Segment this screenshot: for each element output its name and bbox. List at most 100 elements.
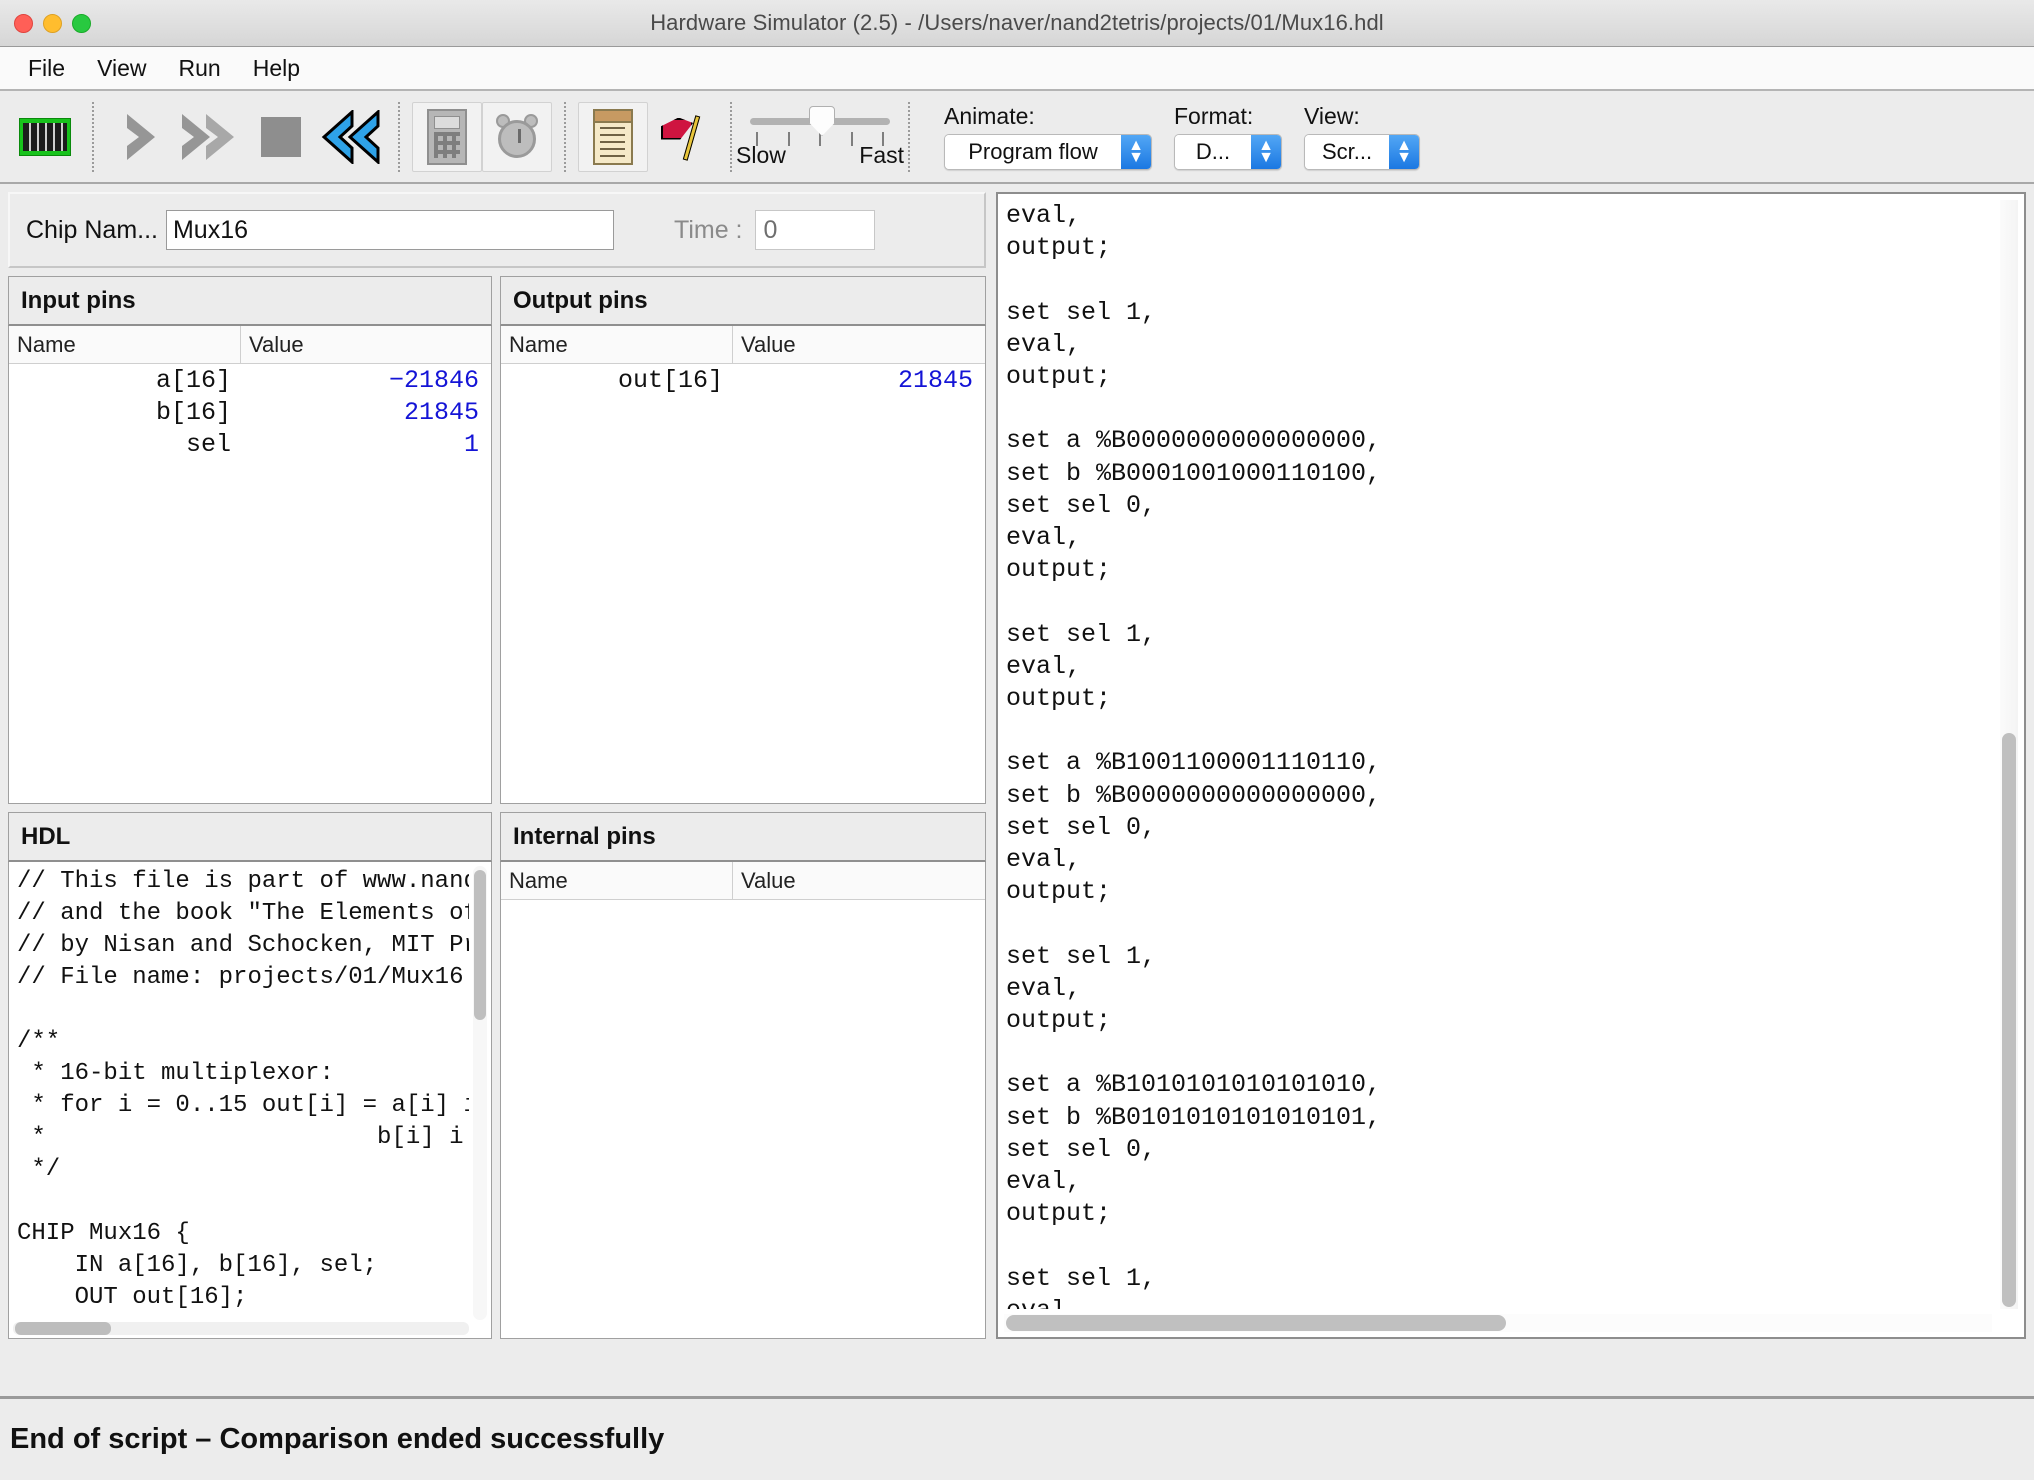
format-control: Format: D... ▲ ▼ — [1174, 103, 1282, 170]
table-header-row: Name Value — [501, 326, 985, 364]
chevron-updown-icon[interactable]: ▲ ▼ — [1121, 135, 1151, 169]
clock-button[interactable] — [482, 101, 552, 172]
calculator-button[interactable] — [412, 101, 482, 172]
column-header-value: Value — [741, 867, 796, 893]
alarm-clock-icon — [494, 113, 540, 160]
output-pins-table[interactable]: Name Value out[16] 21845 — [500, 326, 986, 804]
speed-slider-ticks — [746, 132, 894, 146]
menu-item-help[interactable]: Help — [237, 53, 316, 84]
toolbar-separator — [398, 101, 400, 172]
chevron-updown-icon[interactable]: ▲ ▼ — [1251, 135, 1281, 169]
status-message: End of script – Comparison ended success… — [10, 1423, 665, 1455]
hdl-body[interactable]: // This file is part of www.nand // and … — [8, 862, 492, 1339]
menu-item-file[interactable]: File — [12, 53, 81, 84]
column-header-value: Value — [741, 331, 796, 357]
menu-bar: File View Run Help — [0, 47, 2034, 91]
speed-slider[interactable]: Slow Fast — [736, 104, 904, 169]
table-row[interactable]: out[16] 21845 — [501, 364, 985, 396]
column-header-value: Value — [249, 331, 304, 357]
column-header-name: Name — [501, 862, 733, 899]
input-pins-table[interactable]: Name Value a[16] −21846 b[16] 21845 sel … — [8, 326, 492, 804]
stop-button[interactable] — [246, 102, 316, 172]
format-select-value: D... — [1175, 135, 1251, 169]
stop-square-icon — [261, 116, 301, 157]
animate-control: Animate: Program flow ▲ ▼ — [944, 103, 1152, 170]
toolbar-separator — [730, 101, 732, 172]
chip-name-input[interactable]: Mux16 — [165, 210, 614, 250]
chip-name-row: Chip Nam... Mux16 Time : 0 — [8, 192, 986, 268]
main-content: Chip Nam... Mux16 Time : 0 Input pins Na… — [0, 184, 2034, 1347]
rewind-double-chevron-icon — [318, 109, 384, 164]
toolbar-separator — [564, 101, 566, 172]
animate-select[interactable]: Program flow ▲ ▼ — [944, 134, 1152, 170]
hdl-horizontal-scrollbar[interactable] — [13, 1322, 469, 1335]
pin-name: a[16] — [155, 365, 231, 395]
chevron-updown-icon[interactable]: ▲ ▼ — [1389, 135, 1419, 169]
input-pins-title: Input pins — [8, 276, 492, 326]
menu-item-view[interactable]: View — [81, 53, 162, 84]
run-button[interactable] — [176, 102, 246, 172]
chip-name-label: Chip Nam... — [26, 215, 158, 244]
script-horizontal-scrollbar[interactable] — [1004, 1314, 1992, 1332]
output-pins-title: Output pins — [500, 276, 986, 326]
menu-item-run[interactable]: Run — [163, 53, 237, 84]
single-chevron-icon — [119, 112, 163, 162]
time-label: Time : — [673, 215, 743, 244]
internal-pins-table[interactable]: Name Value — [500, 862, 986, 1339]
script-text: eval, output; set sel 1, eval, output; s… — [1006, 200, 1994, 1309]
toolbar-separator — [92, 101, 94, 172]
pin-value[interactable]: 1 — [241, 430, 491, 459]
hdl-horizontal-scrollbar-thumb[interactable] — [15, 1322, 111, 1335]
internal-pins-title: Internal pins — [500, 812, 986, 862]
chip-icon — [19, 117, 71, 156]
speed-slider-labels: Slow Fast — [736, 142, 904, 169]
red-flag-icon — [659, 113, 707, 161]
pin-name: b[16] — [155, 397, 231, 427]
format-select[interactable]: D... ▲ ▼ — [1174, 134, 1282, 170]
hdl-source-text: // This file is part of www.nand // and … — [17, 868, 469, 1311]
table-row[interactable]: a[16] −21846 — [9, 364, 491, 396]
breakpoints-button[interactable] — [648, 102, 718, 172]
script-button[interactable] — [578, 101, 648, 172]
speed-fast-label: Fast — [859, 142, 904, 168]
double-chevron-icon — [180, 112, 242, 162]
script-vertical-scrollbar-thumb[interactable] — [2002, 733, 2016, 1307]
hdl-vertical-scrollbar-thumb[interactable] — [474, 870, 486, 1020]
status-bar: End of script – Comparison ended success… — [0, 1396, 2034, 1480]
script-column: eval, output; set sel 1, eval, output; s… — [996, 192, 2026, 1339]
load-chip-button[interactable] — [10, 102, 80, 172]
table-header-row: Name Value — [501, 862, 985, 900]
script-panel[interactable]: eval, output; set sel 1, eval, output; s… — [996, 192, 2026, 1339]
pin-value[interactable]: 21845 — [241, 398, 491, 427]
view-select-value: Scr... — [1305, 135, 1389, 169]
script-vertical-scrollbar[interactable] — [2000, 200, 2018, 1309]
single-step-button[interactable] — [106, 102, 176, 172]
speed-slider-track[interactable] — [746, 104, 894, 146]
column-header-name: Name — [501, 326, 733, 363]
animate-select-value: Program flow — [945, 135, 1121, 169]
toolbar-separator — [908, 101, 910, 172]
table-row[interactable]: b[16] 21845 — [9, 396, 491, 428]
speed-slow-label: Slow — [736, 142, 786, 168]
table-row[interactable]: sel 1 — [9, 428, 491, 460]
rewind-button[interactable] — [316, 102, 386, 172]
pin-value: 21845 — [897, 365, 973, 395]
animate-label: Animate: — [944, 103, 1035, 129]
table-header-row: Name Value — [9, 326, 491, 364]
hdl-panel: HDL // This file is part of www.nand // … — [8, 812, 492, 1339]
script-lines: eval, output; set sel 1, eval, output; s… — [1006, 201, 1382, 1309]
lower-row: HDL // This file is part of www.nand // … — [8, 812, 986, 1339]
hdl-vertical-scrollbar[interactable] — [473, 866, 487, 1320]
view-select[interactable]: Scr... ▲ ▼ — [1304, 134, 1420, 170]
input-pins-panel: Input pins Name Value a[16] −21846 b[16]… — [8, 276, 492, 804]
pin-value[interactable]: −21846 — [241, 366, 491, 395]
format-label: Format: — [1174, 103, 1254, 129]
scroll-script-icon — [593, 108, 633, 165]
pins-row: Input pins Name Value a[16] −21846 b[16]… — [8, 276, 986, 804]
view-control: View: Scr... ▲ ▼ — [1304, 103, 1420, 170]
view-label: View: — [1304, 103, 1360, 129]
window-titlebar: Hardware Simulator (2.5) - /Users/naver/… — [0, 0, 2034, 47]
hdl-title: HDL — [8, 812, 492, 862]
calculator-icon — [427, 108, 467, 165]
script-horizontal-scrollbar-thumb[interactable] — [1006, 1315, 1506, 1331]
